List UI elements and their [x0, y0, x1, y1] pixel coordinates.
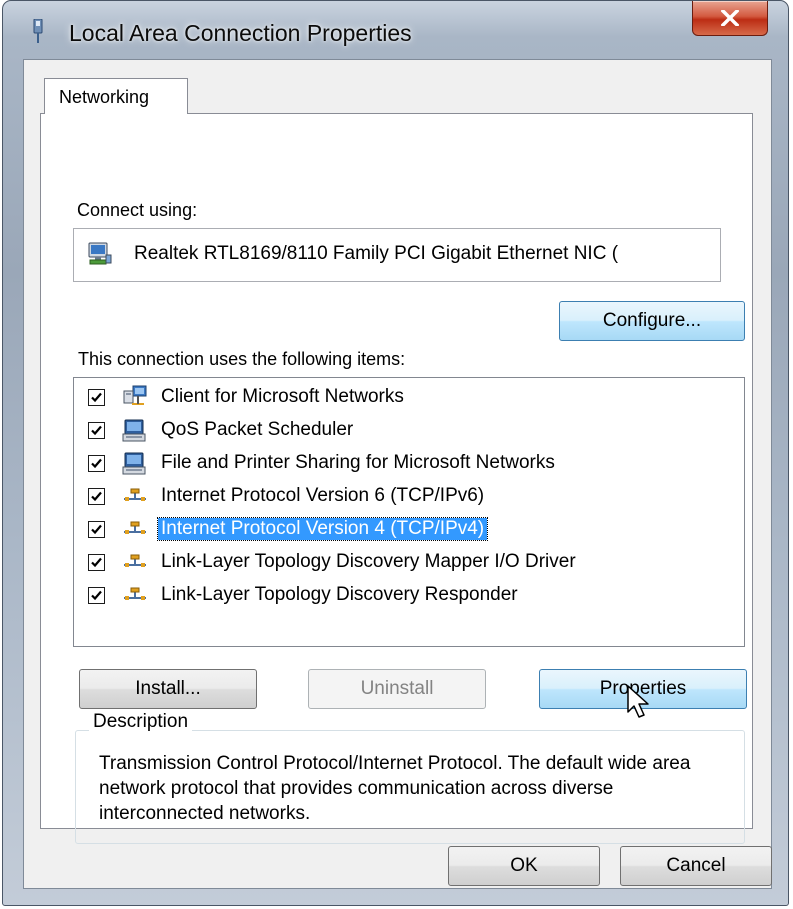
checkmark-icon — [91, 491, 102, 502]
adapter-name: Realtek RTL8169/8110 Family PCI Gigabit … — [134, 243, 619, 264]
items-header-label: This connection uses the following items… — [78, 349, 406, 369]
checkmark-icon — [91, 392, 102, 403]
close-icon — [721, 10, 739, 26]
items-list[interactable]: Client for Microsoft Networks QoS Packet … — [73, 377, 745, 647]
title-bar[interactable]: Local Area Connection Properties — [3, 1, 788, 59]
tab-networking[interactable]: Networking — [44, 78, 188, 114]
dialog-window: Local Area Connection Properties Network… — [2, 0, 789, 906]
description-text: Transmission Control Protocol/Internet P… — [99, 753, 691, 824]
list-item[interactable]: Internet Protocol Version 4 (TCP/IPv4) — [88, 515, 728, 545]
networking-panel: Connect using: Realtek RTL8169/8110 Fami… — [40, 113, 753, 844]
configure-button[interactable]: Configure... — [559, 301, 745, 341]
list-item[interactable]: QoS Packet Scheduler — [88, 416, 728, 446]
ok-button[interactable]: OK — [448, 846, 600, 886]
protocol-icon — [122, 550, 148, 576]
adapter-field: Realtek RTL8169/8110 Family PCI Gigabit … — [73, 228, 721, 282]
list-item-label: File and Printer Sharing for Microsoft N… — [161, 452, 555, 473]
cancel-button[interactable]: Cancel — [620, 846, 772, 886]
item-checkbox[interactable] — [88, 587, 105, 604]
window-title: Local Area Connection Properties — [69, 20, 412, 46]
uninstall-button: Uninstall — [308, 669, 486, 709]
checkmark-icon — [91, 524, 102, 535]
dialog-client-area: Networking Connect using: Realtek RTL816… — [23, 59, 772, 889]
item-checkbox[interactable] — [88, 389, 105, 406]
item-checkbox[interactable] — [88, 422, 105, 439]
protocol-icon — [122, 517, 148, 543]
list-item-label: Link-Layer Topology Discovery Responder — [161, 584, 518, 605]
network-connection-icon — [33, 19, 43, 43]
tab-networking-label: Networking — [59, 87, 150, 107]
close-button[interactable] — [692, 1, 768, 36]
list-item-label: Client for Microsoft Networks — [161, 386, 404, 407]
network-adapter-icon — [88, 242, 112, 265]
list-item[interactable]: Link-Layer Topology Discovery Responder — [88, 581, 728, 611]
item-checkbox[interactable] — [88, 488, 105, 505]
checkmark-icon — [91, 425, 102, 436]
checkmark-icon — [91, 557, 102, 568]
description-title: Description — [89, 711, 193, 733]
item-checkbox[interactable] — [88, 455, 105, 472]
service-icon — [122, 451, 148, 477]
list-item[interactable]: Client for Microsoft Networks — [88, 383, 728, 413]
list-item-label: Link-Layer Topology Discovery Mapper I/O… — [161, 551, 576, 572]
list-item[interactable]: File and Printer Sharing for Microsoft N… — [88, 449, 728, 479]
checkmark-icon — [91, 458, 102, 469]
protocol-icon — [122, 484, 148, 510]
list-item[interactable]: Internet Protocol Version 6 (TCP/IPv6) — [88, 482, 728, 512]
list-item-label: Internet Protocol Version 6 (TCP/IPv6) — [161, 485, 485, 506]
item-checkbox[interactable] — [88, 554, 105, 571]
protocol-icon — [122, 583, 148, 609]
item-checkbox[interactable] — [88, 521, 105, 538]
network-client-icon — [122, 385, 148, 411]
mouse-cursor-icon — [627, 685, 649, 718]
list-item-label: QoS Packet Scheduler — [161, 419, 354, 440]
list-item[interactable]: Link-Layer Topology Discovery Mapper I/O… — [88, 548, 728, 578]
checkmark-icon — [91, 590, 102, 601]
connect-using-label: Connect using: — [77, 200, 198, 220]
service-icon — [122, 418, 148, 444]
install-button[interactable]: Install... — [79, 669, 257, 709]
list-item-label: Internet Protocol Version 4 (TCP/IPv4) — [156, 517, 489, 541]
